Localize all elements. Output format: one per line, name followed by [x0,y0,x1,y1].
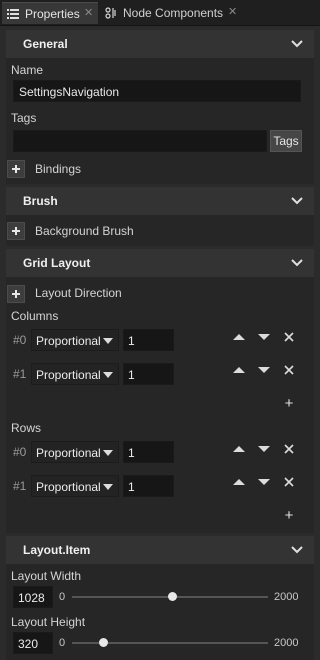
layout-height-label: Layout Height [11,615,86,629]
column-value-field[interactable]: 1 [123,329,174,351]
column-index: #0 [13,333,27,347]
layout-width-label: Layout Width [11,569,82,583]
layout-height-field[interactable]: 320 [13,632,53,654]
layout-width-max: 2000 [274,591,299,603]
move-down-icon[interactable] [257,475,271,489]
section-grid-layout-title: Grid Layout [23,256,91,270]
caret-down-icon [103,372,113,378]
layout-height-min: 0 [59,637,66,649]
plus-icon [12,165,20,173]
plus-icon [12,290,20,298]
chevron-down-icon [291,40,303,48]
name-label: Name [11,63,44,77]
section-general-title: General [23,37,68,51]
add-row-button[interactable]: + [282,507,296,524]
column-value-field[interactable]: 1 [123,363,174,385]
caret-down-icon [103,450,113,456]
section-brush-header[interactable]: Brush [6,187,314,215]
row-index: #0 [13,445,27,459]
tab-node-components[interactable]: Node Components ✕ [102,2,244,24]
column-type-dropdown[interactable]: Proportional [31,329,119,351]
columns-label: Columns [11,309,59,323]
move-down-icon[interactable] [257,442,271,456]
section-grid-layout-header[interactable]: Grid Layout [6,249,314,277]
section-general-header[interactable]: General [6,30,314,58]
close-icon[interactable]: ✕ [228,5,237,18]
move-down-icon[interactable] [257,363,271,377]
layout-height-slider-thumb[interactable] [98,638,108,647]
close-icon[interactable]: ✕ [84,6,93,19]
tab-properties[interactable]: Properties ✕ [2,2,98,24]
tags-field[interactable] [13,130,267,152]
move-up-icon[interactable] [232,363,246,377]
move-up-icon[interactable] [232,475,246,489]
plus-icon [12,227,20,235]
chevron-down-icon [291,259,303,267]
column-index: #1 [13,367,27,381]
move-up-icon[interactable] [232,442,246,456]
remove-icon[interactable] [282,475,296,489]
column-type-dropdown[interactable]: Proportional [31,363,119,385]
list-icon [7,8,19,20]
remove-icon[interactable] [282,363,296,377]
layout-width-field[interactable]: 1028 [13,586,53,608]
chevron-down-icon [291,546,303,554]
row-type-value: Proportional [36,480,101,494]
tab-properties-label: Properties [25,6,80,21]
rows-label: Rows [11,421,42,435]
row-value-field[interactable]: 1 [123,475,174,497]
background-brush-label: Background Brush [35,224,134,238]
layout-height-max: 2000 [274,637,299,649]
remove-icon[interactable] [282,330,296,344]
tags-label: Tags [11,111,37,125]
add-bindings-button[interactable] [7,160,25,178]
row-type-dropdown[interactable]: Proportional [31,441,119,463]
caret-down-icon [103,338,113,344]
row-value-field[interactable]: 1 [123,441,174,463]
row-type-dropdown[interactable]: Proportional [31,475,119,497]
layout-direction-label: Layout Direction [35,286,122,300]
section-layout-item-header[interactable]: Layout.Item [6,536,314,564]
add-layout-direction-button[interactable] [7,285,25,303]
remove-icon[interactable] [282,442,296,456]
move-up-icon[interactable] [232,330,246,344]
section-brush-title: Brush [23,194,58,208]
tags-button[interactable]: Tags [270,130,302,152]
chevron-down-icon [291,197,303,205]
tab-node-components-label: Node Components [123,6,224,20]
layout-width-min: 0 [59,591,66,603]
section-layout-item-title: Layout.Item [23,543,91,557]
move-down-icon[interactable] [257,330,271,344]
row-index: #1 [13,479,27,493]
add-column-button[interactable]: + [282,395,296,412]
name-field[interactable]: SettingsNavigation [13,80,301,102]
row-type-value: Proportional [36,446,101,460]
column-type-value: Proportional [36,334,101,348]
component-icon [105,7,117,19]
add-background-brush-button[interactable] [7,222,25,240]
column-type-value: Proportional [36,368,101,382]
tab-bar: Properties ✕ Node Components ✕ [0,0,320,26]
caret-down-icon [103,484,113,490]
bindings-label: Bindings [35,162,82,176]
